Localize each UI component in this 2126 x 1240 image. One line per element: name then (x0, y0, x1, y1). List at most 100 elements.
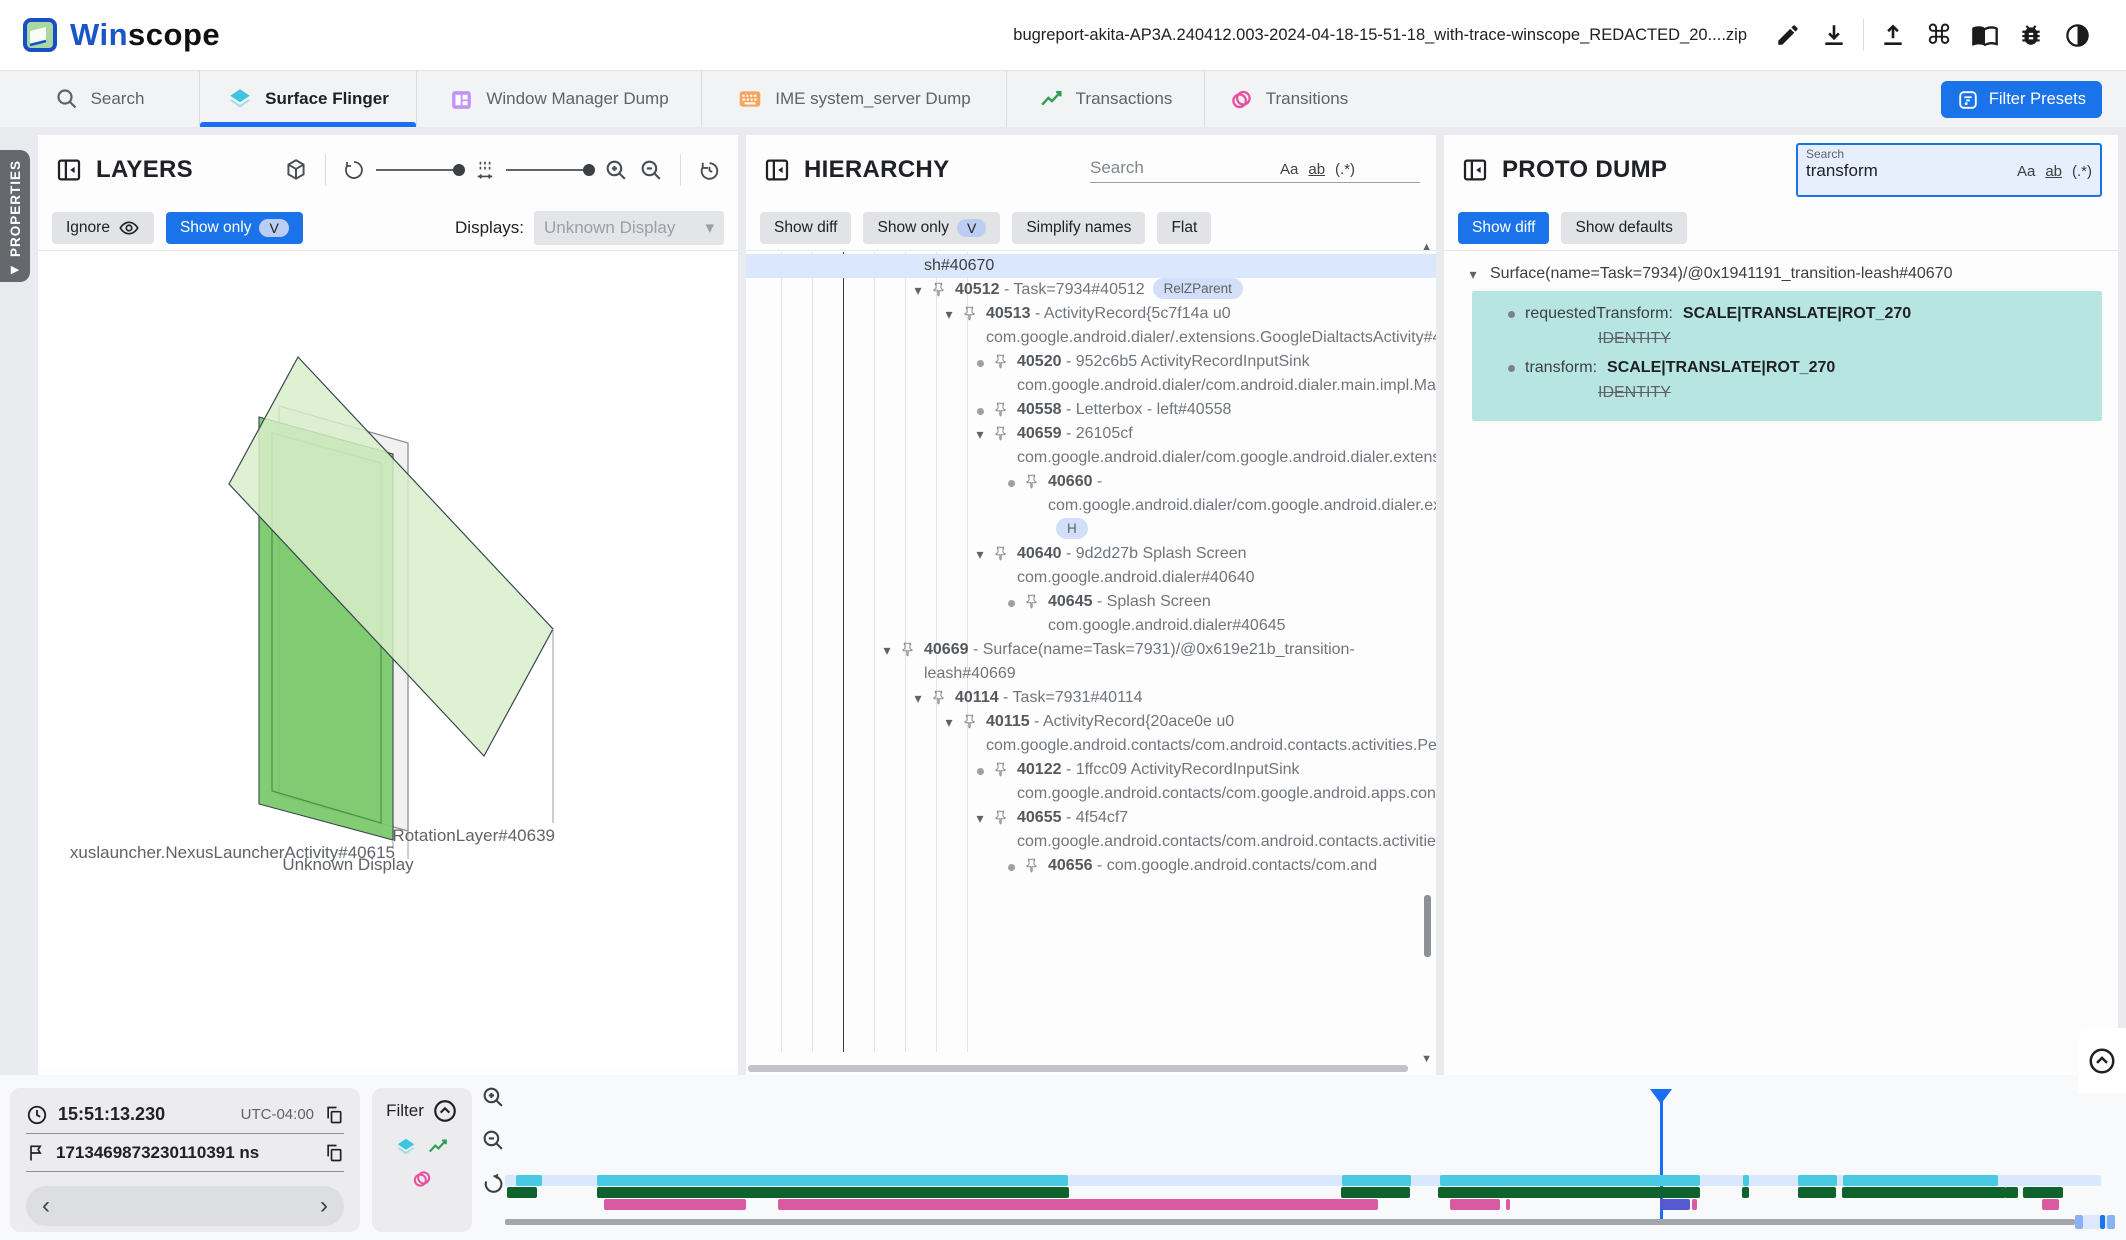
rotation-icon[interactable] (342, 158, 366, 182)
hierarchy-tree-row[interactable]: 40656 - com.google.android.contacts/com.… (746, 854, 1436, 878)
hierarchy-tree-row[interactable]: ▾ 40114 - Task=7931#40114 (746, 686, 1436, 710)
hierarchy-tree-row[interactable]: sh#40670 (746, 254, 1436, 278)
theme-toggle-button[interactable] (2054, 15, 2100, 55)
proto-search-input[interactable] (1806, 161, 2017, 181)
timeline-range-handle[interactable] (2107, 1215, 2115, 1229)
pin-icon[interactable] (993, 806, 1017, 825)
filter-presets-button[interactable]: Filter Presets (1941, 81, 2102, 118)
hierarchy-tree-row[interactable]: ▾ 40669 - Surface(name=Task=7931)/@0x619… (746, 638, 1436, 686)
zoom-in-icon[interactable] (604, 158, 629, 183)
hierarchy-tree-row[interactable]: 40645 - Splash Screen com.google.android… (746, 590, 1436, 638)
reset-view-icon[interactable] (697, 158, 722, 183)
hierarchy-tree-row[interactable]: ▾ 40512 - Task=7934#40512RelZParent (746, 278, 1436, 302)
keyboard-shortcuts-button[interactable]: ⌘ (1916, 15, 1962, 55)
surfaceflinger-filter-icon[interactable] (395, 1136, 417, 1158)
copy-icon[interactable] (324, 1143, 344, 1163)
show-diff-button[interactable]: Show diff (760, 212, 851, 244)
timeline-scrollbar-track[interactable] (505, 1219, 2075, 1225)
tab-transitions[interactable]: Transitions (1205, 71, 1372, 127)
match-case-toggle[interactable]: Aa (2017, 163, 2035, 180)
simplify-names-button[interactable]: Simplify names (1012, 212, 1145, 244)
hierarchy-tree-row[interactable]: 40558 - Letterbox - left#40558 (746, 398, 1436, 422)
hierarchy-search-input[interactable] (1090, 158, 1270, 178)
expand-arrow-icon[interactable]: ▾ (967, 422, 993, 446)
transitions-track-segment[interactable] (1450, 1199, 1500, 1210)
transitions-track-selected-segment[interactable] (1660, 1199, 1690, 1210)
expand-arrow-icon[interactable]: ▾ (967, 806, 993, 830)
surfaceflinger-track-segment[interactable] (1342, 1175, 1411, 1186)
timeline-range-handle[interactable] (2083, 1215, 2100, 1229)
expand-arrow-icon[interactable]: ▾ (905, 686, 931, 710)
expand-arrow-icon[interactable]: ▾ (936, 302, 962, 326)
expand-arrow-icon[interactable]: ▾ (967, 542, 993, 566)
hierarchy-tree-row[interactable]: ▾ 40115 - ActivityRecord{20ace0e u0 com.… (746, 710, 1436, 758)
hierarchy-tree-row[interactable]: 40660 - com.google.android.dialer/com.go… (746, 470, 1436, 542)
pin-icon[interactable] (1024, 470, 1048, 489)
transitions-track-segment[interactable] (778, 1199, 1378, 1210)
surfaceflinger-track-segment[interactable] (1743, 1175, 1749, 1186)
hierarchy-tree-row[interactable]: ▾ 40513 - ActivityRecord{5c7f14a u0 com.… (746, 302, 1436, 350)
transitions-track-segment[interactable] (2042, 1199, 2059, 1210)
surfaceflinger-track-segment[interactable] (516, 1175, 542, 1186)
pin-icon[interactable] (993, 398, 1017, 417)
transactions-track-segment[interactable] (1842, 1187, 2006, 1198)
ns-time-input[interactable]: 1713469873230110391 ns (56, 1143, 259, 1163)
edit-file-button[interactable] (1765, 15, 1811, 55)
transactions-filter-icon[interactable] (427, 1136, 449, 1158)
proto-root-node[interactable]: ▾ Surface(name=Task=7934)/@0x1941191_tra… (1464, 265, 2110, 283)
upload-traces-button[interactable] (1870, 15, 1916, 55)
3d-view-icon[interactable] (283, 157, 309, 183)
timeline-zoom-out-icon[interactable] (481, 1128, 506, 1153)
scroll-up-icon[interactable]: ▲ (1421, 241, 1432, 253)
transactions-track-segment[interactable] (507, 1187, 537, 1198)
expand-arrow-icon[interactable] (967, 350, 993, 374)
surfaceflinger-track-segment[interactable] (1798, 1175, 1837, 1186)
show-only-button[interactable]: Show only V (863, 212, 1000, 244)
tab-transactions[interactable]: Transactions (1007, 71, 1205, 127)
hierarchy-tree-row[interactable]: ▾ 40640 - 9d2d27b Splash Screen com.goog… (746, 542, 1436, 590)
property-row[interactable]: transform: SCALE|TRANSLATE|ROT_270 (1508, 355, 2090, 381)
transactions-track-segment[interactable] (1438, 1187, 1700, 1198)
collapse-filter-icon[interactable] (432, 1098, 458, 1124)
transactions-track-segment[interactable] (2005, 1187, 2018, 1198)
pin-icon[interactable] (993, 542, 1017, 561)
timeline-zoom-in-icon[interactable] (481, 1085, 506, 1110)
surfaceflinger-track-segment[interactable] (1843, 1175, 1998, 1186)
tab-window-manager-dump[interactable]: Window Manager Dump (417, 71, 702, 127)
transitions-track-segment[interactable] (604, 1199, 746, 1210)
hierarchy-vertical-scrollbar[interactable]: ▲ ▼ (1420, 255, 1434, 1049)
layers-3d-canvas[interactable]: RotationLayer#40639 xuslauncher.NexusLau… (38, 255, 738, 1067)
pin-icon[interactable] (931, 686, 955, 705)
zoom-out-icon[interactable] (639, 158, 664, 183)
expand-arrow-icon[interactable] (967, 758, 993, 782)
scrollbar-thumb[interactable] (1424, 895, 1431, 957)
transactions-track-segment[interactable] (597, 1187, 1069, 1198)
show-diff-button[interactable]: Show diff (1458, 212, 1549, 244)
property-row[interactable]: requestedTransform: SCALE|TRANSLATE|ROT_… (1508, 301, 2090, 327)
expand-arrow-icon[interactable]: ▾ (905, 278, 931, 302)
show-defaults-button[interactable]: Show defaults (1561, 212, 1686, 244)
surfaceflinger-track-segment[interactable] (597, 1175, 1068, 1186)
surfaceflinger-track-segment[interactable] (1440, 1175, 1700, 1186)
documentation-button[interactable] (1962, 15, 2008, 55)
next-entry-button[interactable]: › (320, 1192, 328, 1220)
previous-entry-button[interactable]: ‹ (42, 1192, 50, 1220)
tab-surface-flinger[interactable]: Surface Flinger (200, 71, 417, 127)
proto-search-box[interactable]: Search Aa ab (.*) (1796, 143, 2102, 197)
collapse-arrow-icon[interactable]: ▾ (1464, 266, 1482, 283)
show-only-button[interactable]: Show only V (166, 212, 303, 244)
tab-ime-system-server-dump[interactable]: IME system_server Dump (702, 71, 1007, 127)
rotation-slider[interactable] (376, 169, 464, 171)
transactions-track-segment[interactable] (1742, 1187, 1749, 1198)
collapse-timeline-icon[interactable] (2087, 1046, 2117, 1076)
transactions-track-segment[interactable] (1798, 1187, 1836, 1198)
transactions-track-segment[interactable] (1341, 1187, 1410, 1198)
timeline-range-handle[interactable] (2075, 1215, 2083, 1229)
human-time-input[interactable]: 15:51:13.230 (58, 1104, 165, 1125)
pin-icon[interactable] (993, 422, 1017, 441)
hierarchy-horizontal-scrollbar[interactable] (748, 1065, 1408, 1072)
pin-icon[interactable] (962, 302, 986, 321)
expand-arrow-icon[interactable] (967, 398, 993, 422)
match-case-toggle[interactable]: Aa (1280, 161, 1298, 178)
expand-arrow-icon[interactable] (998, 854, 1024, 878)
